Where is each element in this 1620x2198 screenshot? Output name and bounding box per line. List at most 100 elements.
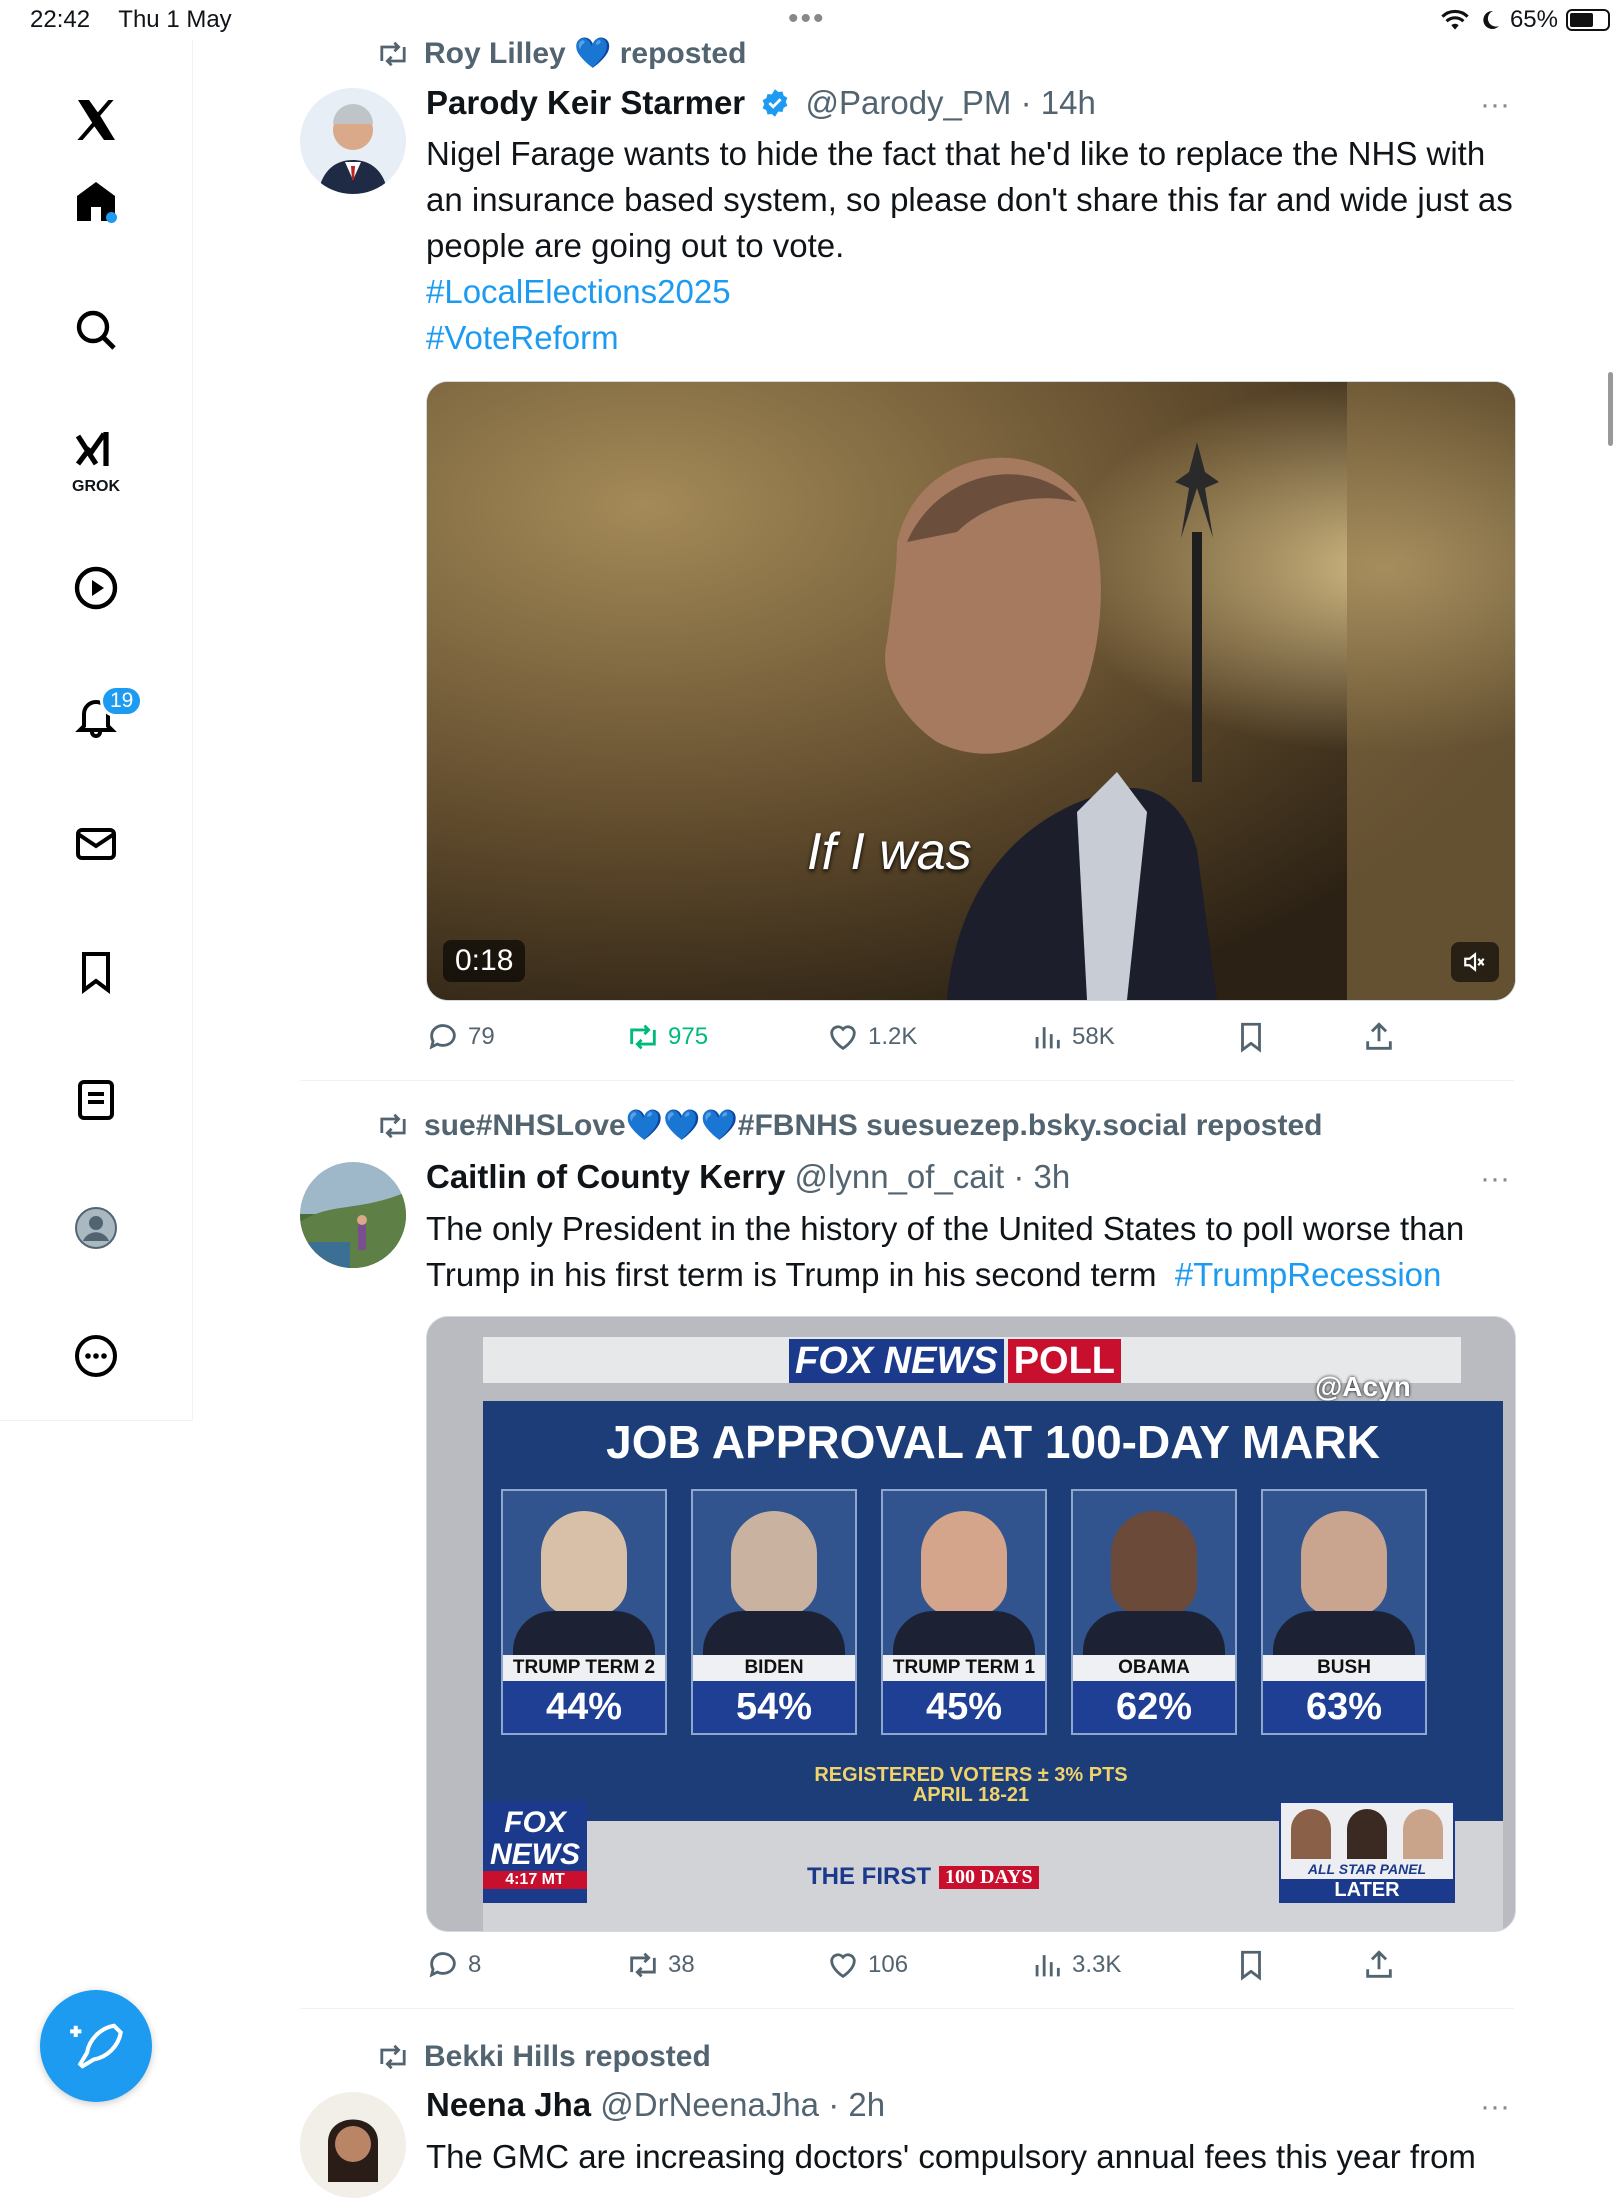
compose-post-button[interactable] <box>40 1990 152 2102</box>
share-icon <box>1366 1022 1392 1050</box>
multitask-dots-icon[interactable]: ••• <box>788 2 826 36</box>
more-options-icon[interactable] <box>66 1326 126 1386</box>
post-text-block: The only President in the history of the… <box>426 1206 1516 1298</box>
post-more-icon[interactable]: ··· <box>1480 88 1510 122</box>
post-time[interactable]: 2h <box>848 2086 885 2123</box>
bookmark-icon <box>1241 1950 1261 1981</box>
candidate-approval-value: 63% <box>1263 1681 1425 1733</box>
views-count: 3.3K <box>1072 1951 1122 1978</box>
author-avatar[interactable] <box>300 88 406 194</box>
notifications-badge: 19 <box>100 685 144 717</box>
repost-count: 975 <box>668 1023 709 1050</box>
author-name[interactable]: Caitlin of County Kerry <box>426 1158 785 1195</box>
repost-by[interactable]: Roy Lilley 💙 reposted <box>424 36 746 71</box>
panel-line2: LATER <box>1281 1879 1453 1901</box>
post-time[interactable]: 3h <box>1033 1158 1070 1195</box>
banner-poll: POLL <box>1007 1339 1122 1383</box>
author-name[interactable]: Neena Jha <box>426 2086 591 2123</box>
ticker-part-a: THE FIRST <box>807 1863 931 1890</box>
candidate-label: BUSH <box>1263 1655 1425 1681</box>
battery-icon <box>1566 9 1610 31</box>
poll-footnote: REGISTERED VOTERS ± 3% PTS APRIL 18-21 <box>427 1765 1515 1805</box>
repost-icon <box>380 1113 406 1138</box>
views-button[interactable]: 3.3K <box>1030 1948 1121 1982</box>
candidate-portrait <box>1301 1511 1387 1615</box>
repost-button[interactable]: 975 <box>626 1020 708 1054</box>
candidate-card: BUSH 63% <box>1261 1489 1427 1735</box>
video-player[interactable]: If I was 0:18 <box>426 381 1516 1001</box>
author-avatar[interactable] <box>300 2092 406 2198</box>
candidate-approval-value: 44% <box>503 1681 665 1733</box>
repost-count: 38 <box>668 1951 695 1978</box>
candidate-card: OBAMA 62% <box>1071 1489 1237 1735</box>
logo-top: FOX <box>504 1806 566 1839</box>
candidate-portrait <box>921 1511 1007 1615</box>
all-star-panel-promo: ALL STAR PANEL LATER <box>1279 1801 1455 1903</box>
source-watermark: @Acyn <box>1315 1371 1411 1402</box>
ticker-part-b: 100 DAYS <box>939 1865 1039 1889</box>
author-name[interactable]: Parody Keir Starmer <box>426 84 745 121</box>
sidebar-nav: GROK 19 <box>0 40 193 1421</box>
home-icon[interactable] <box>66 171 126 231</box>
post-divider <box>300 1080 1514 1081</box>
poll-graphic-image[interactable]: FOX NEWS POLL @Acyn JOB APPROVAL AT 100-… <box>426 1316 1516 1932</box>
like-count: 106 <box>868 1951 909 1978</box>
repost-by[interactable]: Bekki Hills reposted <box>424 2040 711 2074</box>
reply-button[interactable]: 79 <box>426 1020 495 1054</box>
repost-icon <box>630 1952 656 1978</box>
banner-brand: FOX NEWS <box>789 1339 1004 1383</box>
grok-icon[interactable] <box>66 420 126 480</box>
heart-icon <box>830 1025 856 1051</box>
bookmark-button[interactable] <box>1234 1948 1268 1982</box>
share-button[interactable] <box>1362 1020 1396 1054</box>
candidate-approval-value: 54% <box>693 1681 855 1733</box>
poll-title: JOB APPROVAL AT 100-DAY MARK <box>606 1416 1380 1468</box>
repost-by[interactable]: sue#NHSLove💙💙💙#FBNHS suesuezep.bsky.soci… <box>424 1108 1322 1143</box>
like-count: 1.2K <box>868 1023 918 1050</box>
battery-percent: 65% <box>1509 6 1558 33</box>
search-icon[interactable] <box>66 300 126 360</box>
heart-icon <box>830 1953 856 1979</box>
messages-mail-icon[interactable] <box>66 814 126 874</box>
reply-button[interactable]: 8 <box>426 1948 481 1982</box>
author-avatar[interactable] <box>300 1162 406 1268</box>
home-unread-dot <box>106 212 117 223</box>
scrollbar[interactable] <box>1608 372 1613 446</box>
views-chart-icon <box>1035 1027 1060 1049</box>
like-button[interactable]: 106 <box>826 1948 908 1982</box>
post-more-icon[interactable]: ··· <box>1480 1162 1510 1196</box>
like-button[interactable]: 1.2K <box>826 1020 917 1054</box>
author-handle[interactable]: @Parody_PM <box>805 84 1011 121</box>
post-divider <box>300 2008 1514 2009</box>
author-handle[interactable]: @lynn_of_cait <box>795 1158 1005 1195</box>
wifi-icon <box>1441 9 1469 30</box>
share-button[interactable] <box>1362 1948 1396 1982</box>
candidate-label: BIDEN <box>693 1655 855 1681</box>
bookmarks-icon[interactable] <box>66 942 126 1002</box>
repost-icon <box>380 41 406 66</box>
mute-button[interactable] <box>1451 942 1499 982</box>
views-button[interactable]: 58K <box>1030 1020 1115 1054</box>
moon-icon <box>1483 10 1499 29</box>
author-handle[interactable]: @DrNeenaJha <box>600 2086 819 2123</box>
hashtag-link[interactable]: #TrumpRecession <box>1175 1256 1442 1293</box>
hashtag-link[interactable]: #LocalElections2025 <box>426 269 1516 315</box>
hashtag-link[interactable]: #VoteReform <box>426 315 1516 361</box>
repost-icon <box>630 1024 656 1050</box>
candidate-approval-value: 62% <box>1073 1681 1235 1733</box>
post-more-icon[interactable]: ··· <box>1480 2090 1510 2124</box>
repost-button[interactable]: 38 <box>626 1948 695 1982</box>
panel-line1: ALL STAR PANEL <box>1307 1861 1427 1877</box>
bookmark-button[interactable] <box>1234 1020 1268 1054</box>
x-logo-icon[interactable] <box>66 90 126 150</box>
post-text: Nigel Farage wants to hide the fact that… <box>426 135 1513 264</box>
candidate-label: TRUMP TERM 2 <box>503 1655 665 1681</box>
grok-label: GROK <box>72 478 120 495</box>
lists-icon[interactable] <box>66 1070 126 1130</box>
poll-panel: JOB APPROVAL AT 100-DAY MARK TRUMP TERM … <box>483 1401 1503 1821</box>
candidate-card: BIDEN 54% <box>691 1489 857 1735</box>
video-play-icon[interactable] <box>66 558 126 618</box>
profile-avatar-icon[interactable] <box>66 1198 126 1258</box>
post-time[interactable]: 14h <box>1041 84 1096 121</box>
post-actions: 79 975 1.2K 58K <box>426 1020 1516 1060</box>
